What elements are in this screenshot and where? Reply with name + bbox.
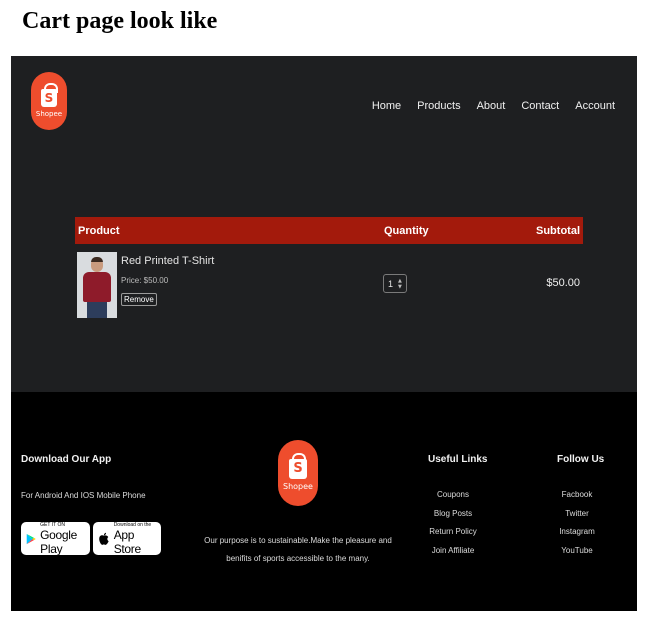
link-youtube[interactable]: YouTube [561,542,592,561]
column-product: Product [78,224,120,237]
tshirt-model-image [77,252,117,318]
quantity-stepper[interactable]: 1 ▲ ▼ [383,274,407,293]
nav-about[interactable]: About [477,100,506,112]
apple-icon [99,532,109,545]
link-blog-posts[interactable]: Blog Posts [434,505,472,524]
useful-links-title: Useful Links [428,454,488,465]
cart-table-header: Product Quantity Subtotal [75,217,583,244]
follow-us-title: Follow Us [557,454,605,465]
link-twitter[interactable]: Twitter [565,505,589,524]
cart-item-row: Red Printed T-Shirt Price: $50.00 Remove… [75,252,583,320]
link-coupons[interactable]: Coupons [437,486,469,505]
nav-home[interactable]: Home [372,100,401,112]
product-price: Price: $50.00 [121,276,169,285]
screenshot-frame: S Shopee Home Products About Contact Acc… [11,56,637,611]
google-play-big-text: Google Play [40,527,78,556]
shopping-bag-icon: S [41,82,58,107]
link-facebook[interactable]: Facbook [562,486,593,505]
link-join-affiliate[interactable]: Join Affiliate [432,542,475,561]
download-app-title: Download Our App [21,454,112,465]
cart-page-main: S Shopee Home Products About Contact Acc… [11,56,637,392]
main-nav: Home Products About Contact Account [372,100,615,112]
useful-links-list: Coupons Blog Posts Return Policy Join Af… [427,486,479,560]
cart-table: Product Quantity Subtotal Red Printed T-… [75,217,583,318]
item-subtotal: $50.00 [546,277,580,289]
footer-logo-text: Shopee [283,482,313,491]
remove-button[interactable]: Remove [121,293,157,306]
link-instagram[interactable]: Instagram [559,523,595,542]
footer-about-text: Our purpose is to sustainable.Make the p… [204,536,392,563]
nav-contact[interactable]: Contact [521,100,559,112]
app-store-badge[interactable]: Download on the App Store [93,522,161,556]
google-play-badge[interactable]: GET IT ON Google Play [21,522,90,556]
shopee-logo[interactable]: S Shopee [31,72,67,130]
shopping-bag-icon: S [289,453,307,479]
page-heading: Cart page look like [22,8,218,34]
download-app-subtitle: For Android And IOS Mobile Phone [21,491,146,500]
column-quantity: Quantity [384,224,429,237]
footer-shopee-logo[interactable]: S Shopee [278,440,318,506]
product-name: Red Printed T-Shirt [121,255,215,267]
google-play-icon [26,533,36,544]
site-footer: Download Our App For Android And IOS Mob… [11,392,637,611]
logo-text: Shopee [35,109,63,118]
quantity-value: 1 [388,278,394,289]
follow-us-list: Facbook Twitter Instagram YouTube [551,486,603,560]
nav-products[interactable]: Products [417,100,460,112]
app-store-big-text: App Store [113,527,141,556]
spin-arrows-icon[interactable]: ▲ ▼ [398,278,402,290]
nav-account[interactable]: Account [575,100,615,112]
link-return-policy[interactable]: Return Policy [429,523,477,542]
column-subtotal: Subtotal [536,224,580,237]
